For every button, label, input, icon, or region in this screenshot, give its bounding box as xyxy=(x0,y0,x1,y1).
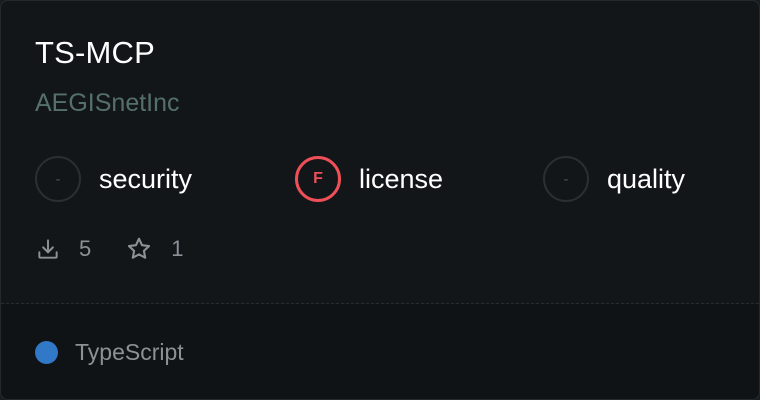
score-license-label: license xyxy=(359,163,444,194)
stars-count: 1 xyxy=(171,236,184,261)
score-license-badge: F xyxy=(295,156,341,202)
language-name: TypeScript xyxy=(75,339,184,365)
package-title[interactable]: TS-MCP xyxy=(35,35,155,71)
downloads-stat: 5 xyxy=(35,236,91,262)
star-icon xyxy=(125,235,153,263)
download-icon xyxy=(35,236,61,262)
score-security-label: security xyxy=(99,163,193,194)
score-security: - security xyxy=(35,156,192,202)
card-body: TS-MCP AEGISnetInc - security F license … xyxy=(1,1,759,303)
score-security-badge: - xyxy=(35,156,81,202)
score-quality-label: quality xyxy=(607,163,686,194)
package-org[interactable]: AEGISnetInc xyxy=(35,89,180,118)
language-indicator: TypeScript xyxy=(35,339,184,366)
downloads-count: 5 xyxy=(79,236,92,261)
card-footer: TypeScript xyxy=(1,304,759,399)
package-stats: 5 1 xyxy=(35,234,184,264)
stars-stat: 1 xyxy=(125,235,184,263)
score-quality: - quality xyxy=(543,156,685,202)
score-quality-badge: - xyxy=(543,156,589,202)
score-license: F license xyxy=(295,156,443,202)
language-color-dot xyxy=(35,341,58,364)
package-card[interactable]: TS-MCP AEGISnetInc - security F license … xyxy=(0,0,760,400)
